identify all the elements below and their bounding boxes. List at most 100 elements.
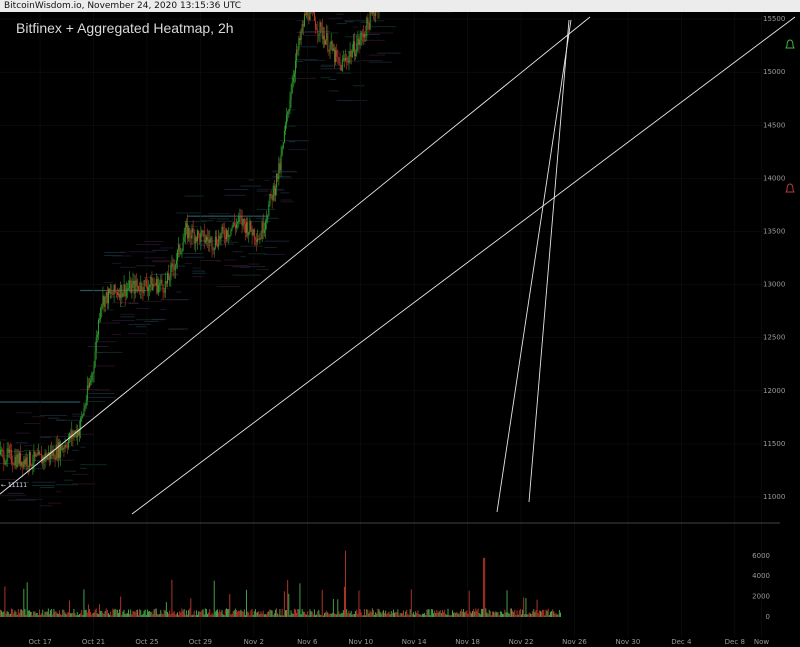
volume-bar <box>329 613 331 617</box>
volume-bar <box>258 611 260 617</box>
candle-body <box>87 385 89 388</box>
volume-bar <box>215 610 217 617</box>
candle-body <box>190 235 192 239</box>
heatmap-band <box>40 505 53 507</box>
heatmap-band <box>40 415 68 416</box>
source-header: BitcoinWisdom.io, November 24, 2020 13:1… <box>0 0 800 12</box>
heatmap-band <box>240 255 246 257</box>
heatmap-band <box>288 77 317 79</box>
volume-bar <box>498 615 500 617</box>
candle-body <box>61 445 63 451</box>
price-tick-label: 14500 <box>763 121 785 129</box>
volume-bar <box>419 614 421 617</box>
volume-bar <box>305 613 306 617</box>
volume-bar <box>446 614 448 617</box>
volume-bar <box>111 615 113 617</box>
volume-bar <box>122 611 124 617</box>
candle-body <box>194 237 196 244</box>
volume-bar <box>435 612 437 617</box>
volume-bar <box>162 614 164 617</box>
volume-bar <box>506 590 508 617</box>
time-tick-label: Nov 30 <box>616 638 641 646</box>
candle-body <box>339 62 341 66</box>
heatmap-band <box>152 260 180 262</box>
heatmap-band <box>200 220 214 222</box>
candle-body <box>233 222 235 226</box>
candle-body <box>228 235 230 237</box>
volume-bar <box>105 608 107 617</box>
volume-bar <box>226 608 227 617</box>
price-chart[interactable]: 11000 11500 12000 12500 13000 13500 14000 14500… <box>0 12 800 647</box>
volume-bar <box>351 614 353 617</box>
heatmap-band <box>184 262 193 264</box>
volume-bar <box>84 610 86 617</box>
candle-body <box>355 53 357 56</box>
volume-bar <box>484 557 486 617</box>
candle-body <box>189 227 191 236</box>
volume-bar <box>212 614 214 617</box>
candle-body <box>361 32 363 35</box>
candle-body <box>344 58 346 61</box>
candle-body <box>151 277 153 291</box>
heatmap-band <box>136 326 147 328</box>
volume-bar <box>436 609 438 617</box>
price-tick-label: 14000 <box>763 174 785 182</box>
volume-bar <box>23 588 25 617</box>
candle-body <box>66 446 68 448</box>
candle-body <box>287 111 289 115</box>
candle-body <box>302 24 304 27</box>
candle-body <box>199 233 201 243</box>
candle-body <box>315 20 317 29</box>
candle-body <box>292 77 294 83</box>
candle-body <box>82 414 84 416</box>
candle-body <box>221 226 223 234</box>
volume-bar <box>92 613 94 617</box>
candle-body <box>139 290 141 292</box>
candle-body <box>307 12 309 17</box>
heatmap-band <box>224 259 237 261</box>
volume-bar <box>447 608 449 617</box>
volume-bar <box>209 609 211 617</box>
volume-bar <box>0 609 1 617</box>
volume-bar <box>533 609 535 617</box>
candle-body <box>293 73 295 78</box>
volume-bar <box>515 614 517 617</box>
candle-body <box>326 33 328 41</box>
volume-bar <box>414 614 416 617</box>
candle-body <box>154 284 156 286</box>
volume-bar <box>361 615 363 617</box>
volume-bar <box>526 614 528 617</box>
candle-body <box>141 282 143 292</box>
volume-bar <box>528 612 530 617</box>
candle-body <box>173 267 175 271</box>
candle-body <box>138 285 140 291</box>
volume-bar <box>229 594 231 617</box>
heatmap-band <box>208 213 230 215</box>
candle-body <box>372 12 374 14</box>
volume-bar <box>164 610 166 617</box>
volume-bar <box>100 610 102 617</box>
candle-body <box>258 238 260 240</box>
volume-bar <box>538 610 540 617</box>
heatmap-band <box>200 245 213 247</box>
candle-body <box>171 263 173 266</box>
candle-body <box>21 461 23 466</box>
volume-bar <box>272 615 274 617</box>
volume-bar <box>165 602 167 617</box>
heatmap-band <box>120 266 137 268</box>
volume-bar <box>263 614 265 617</box>
volume-bar <box>325 612 326 617</box>
volume-bar <box>537 613 539 617</box>
heatmap-band <box>144 321 159 322</box>
volume-bar <box>119 609 121 617</box>
heatmap-band <box>16 442 28 444</box>
time-tick-label: Nov 2 <box>244 638 264 646</box>
volume-bar <box>268 611 270 617</box>
volume-bar <box>109 614 111 617</box>
candle-body <box>114 284 116 292</box>
volume-bar <box>444 609 446 617</box>
volume-bar <box>104 611 106 617</box>
volume-bar <box>123 609 125 617</box>
volume-bar <box>330 613 332 617</box>
heatmap-band <box>160 309 167 310</box>
